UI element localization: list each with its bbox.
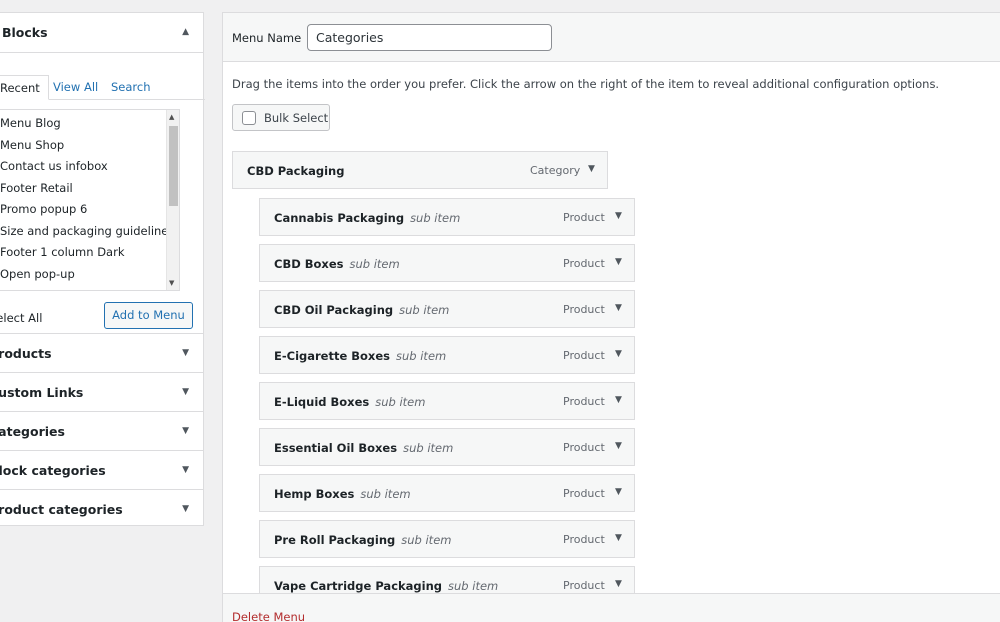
menu-item-title: E-Cigarette Boxes sub item bbox=[274, 349, 447, 363]
menu-item-type: Product bbox=[563, 441, 605, 454]
menu-item-title: CBD Oil Packaging sub item bbox=[274, 303, 450, 317]
list-item[interactable]: Promo popup 6 bbox=[0, 202, 87, 216]
menu-header: Menu Name Categories bbox=[223, 13, 1000, 62]
list-item[interactable]: Footer Retail bbox=[0, 181, 73, 195]
menu-structure-panel: Menu Name Categories Drag the items into… bbox=[222, 12, 1000, 622]
bulk-select-label: Bulk Select bbox=[264, 111, 329, 125]
chevron-down-icon[interactable]: ▼ bbox=[615, 533, 622, 543]
list-item[interactable]: Footer 1 column Dark bbox=[0, 245, 125, 259]
chevron-down-icon[interactable]: ▼ bbox=[615, 211, 622, 221]
chevron-down-icon: ▼ bbox=[182, 426, 189, 436]
tab-view-all[interactable]: View All bbox=[53, 75, 98, 100]
add-to-menu-button[interactable]: Add to Menu bbox=[104, 302, 193, 329]
menu-item-title: E-Liquid Boxes sub item bbox=[274, 395, 426, 409]
menu-item-sub[interactable]: Cannabis Packaging sub item Product ▼ bbox=[259, 198, 635, 236]
menu-footer: Delete Menu bbox=[223, 593, 1000, 622]
menu-item-title: CBD Packaging bbox=[247, 164, 345, 178]
menu-item-title: CBD Boxes sub item bbox=[274, 257, 400, 271]
menu-item-title: Hemp Boxes sub item bbox=[274, 487, 411, 501]
chevron-down-icon[interactable]: ▼ bbox=[615, 487, 622, 497]
menu-item-type: Product bbox=[563, 349, 605, 362]
list-item[interactable]: Menu Shop bbox=[0, 138, 64, 152]
sub-item-label: sub item bbox=[448, 579, 499, 593]
sub-item-label: sub item bbox=[401, 533, 452, 547]
chevron-down-icon[interactable]: ▼ bbox=[615, 303, 622, 313]
section-title: Product categories bbox=[0, 502, 123, 517]
blocks-tabs: Recent View All Search bbox=[0, 75, 205, 100]
bulk-select-checkbox[interactable] bbox=[242, 111, 256, 125]
sub-item-label: sub item bbox=[399, 303, 450, 317]
section-product-categories[interactable]: Product categories ▼ bbox=[0, 489, 203, 528]
select-all-link[interactable]: Select All bbox=[0, 311, 42, 325]
list-item[interactable]: Open pop-up bbox=[0, 267, 75, 281]
chevron-down-icon: ▼ bbox=[182, 465, 189, 475]
sub-item-label: sub item bbox=[360, 487, 411, 501]
menu-item-type: Category bbox=[530, 164, 581, 177]
list-item[interactable]: Contact us infobox bbox=[0, 159, 108, 173]
blocks-section-title: Blocks bbox=[2, 25, 48, 40]
chevron-down-icon[interactable]: ▼ bbox=[588, 164, 595, 174]
chevron-down-icon[interactable]: ▼ bbox=[615, 349, 622, 359]
chevron-down-icon: ▼ bbox=[182, 387, 189, 397]
list-item[interactable]: Size and packaging guidelines bbox=[0, 224, 174, 238]
chevron-up-icon: ▲ bbox=[182, 27, 189, 37]
section-title: Products bbox=[0, 346, 52, 361]
scroll-thumb[interactable] bbox=[169, 126, 178, 206]
menu-item-type: Product bbox=[563, 303, 605, 316]
menu-item-sub[interactable]: CBD Boxes sub item Product ▼ bbox=[259, 244, 635, 282]
section-title: Custom Links bbox=[0, 385, 84, 400]
chevron-down-icon: ▼ bbox=[182, 348, 189, 358]
menu-item-title: Cannabis Packaging sub item bbox=[274, 211, 461, 225]
chevron-down-icon[interactable]: ▼ bbox=[615, 395, 622, 405]
sub-item-label: sub item bbox=[403, 441, 454, 455]
list-scrollbar[interactable]: ▲ ▼ bbox=[166, 110, 179, 290]
list-item[interactable]: Menu Blog bbox=[0, 116, 61, 130]
delete-menu-link[interactable]: Delete Menu bbox=[232, 610, 305, 622]
menu-item-sub[interactable]: Hemp Boxes sub item Product ▼ bbox=[259, 474, 635, 512]
blocks-section-header[interactable]: Blocks ▲ bbox=[0, 13, 203, 53]
menu-item-type: Product bbox=[563, 533, 605, 546]
menu-item-sub[interactable]: Essential Oil Boxes sub item Product ▼ bbox=[259, 428, 635, 466]
menu-item-sub[interactable]: CBD Oil Packaging sub item Product ▼ bbox=[259, 290, 635, 328]
add-menu-items-panel: Blocks ▲ Recent View All Search Menu Blo… bbox=[0, 12, 205, 528]
menu-item-sub[interactable]: Pre Roll Packaging sub item Product ▼ bbox=[259, 520, 635, 558]
chevron-down-icon: ▼ bbox=[182, 504, 189, 514]
menu-item-title: Essential Oil Boxes sub item bbox=[274, 441, 454, 455]
tab-recent[interactable]: Recent bbox=[0, 75, 49, 100]
sub-item-label: sub item bbox=[349, 257, 400, 271]
section-products[interactable]: Products ▼ bbox=[0, 333, 203, 372]
menu-item-title: Vape Cartridge Packaging sub item bbox=[274, 579, 499, 593]
menu-item-parent[interactable]: CBD Packaging Category ▼ bbox=[232, 151, 608, 189]
section-categories[interactable]: Categories ▼ bbox=[0, 411, 203, 450]
menu-item-sub[interactable]: E-Liquid Boxes sub item Product ▼ bbox=[259, 382, 635, 420]
tab-search[interactable]: Search bbox=[111, 75, 151, 100]
recent-items-list[interactable]: Menu Blog Menu Shop Contact us infobox F… bbox=[0, 109, 180, 291]
scroll-down-icon[interactable]: ▼ bbox=[169, 279, 174, 287]
menu-name-input[interactable]: Categories bbox=[307, 24, 552, 51]
bulk-select-button[interactable]: Bulk Select bbox=[232, 104, 330, 131]
menu-instructions: Drag the items into the order you prefer… bbox=[232, 77, 940, 91]
chevron-down-icon[interactable]: ▼ bbox=[615, 441, 622, 451]
section-title: Block categories bbox=[0, 463, 106, 478]
menu-name-label: Menu Name bbox=[232, 31, 302, 45]
menu-item-title: Pre Roll Packaging sub item bbox=[274, 533, 452, 547]
menu-item-type: Product bbox=[563, 211, 605, 224]
menu-item-type: Product bbox=[563, 579, 605, 592]
chevron-down-icon[interactable]: ▼ bbox=[615, 257, 622, 267]
section-title: Categories bbox=[0, 424, 65, 439]
section-custom-links[interactable]: Custom Links ▼ bbox=[0, 372, 203, 411]
section-block-categories[interactable]: Block categories ▼ bbox=[0, 450, 203, 489]
menu-item-type: Product bbox=[563, 395, 605, 408]
menu-item-type: Product bbox=[563, 487, 605, 500]
sub-item-label: sub item bbox=[375, 395, 426, 409]
chevron-down-icon[interactable]: ▼ bbox=[615, 579, 622, 589]
sub-item-label: sub item bbox=[396, 349, 447, 363]
scroll-up-icon[interactable]: ▲ bbox=[169, 113, 174, 121]
menu-item-type: Product bbox=[563, 257, 605, 270]
menu-item-sub[interactable]: E-Cigarette Boxes sub item Product ▼ bbox=[259, 336, 635, 374]
sub-item-label: sub item bbox=[410, 211, 461, 225]
